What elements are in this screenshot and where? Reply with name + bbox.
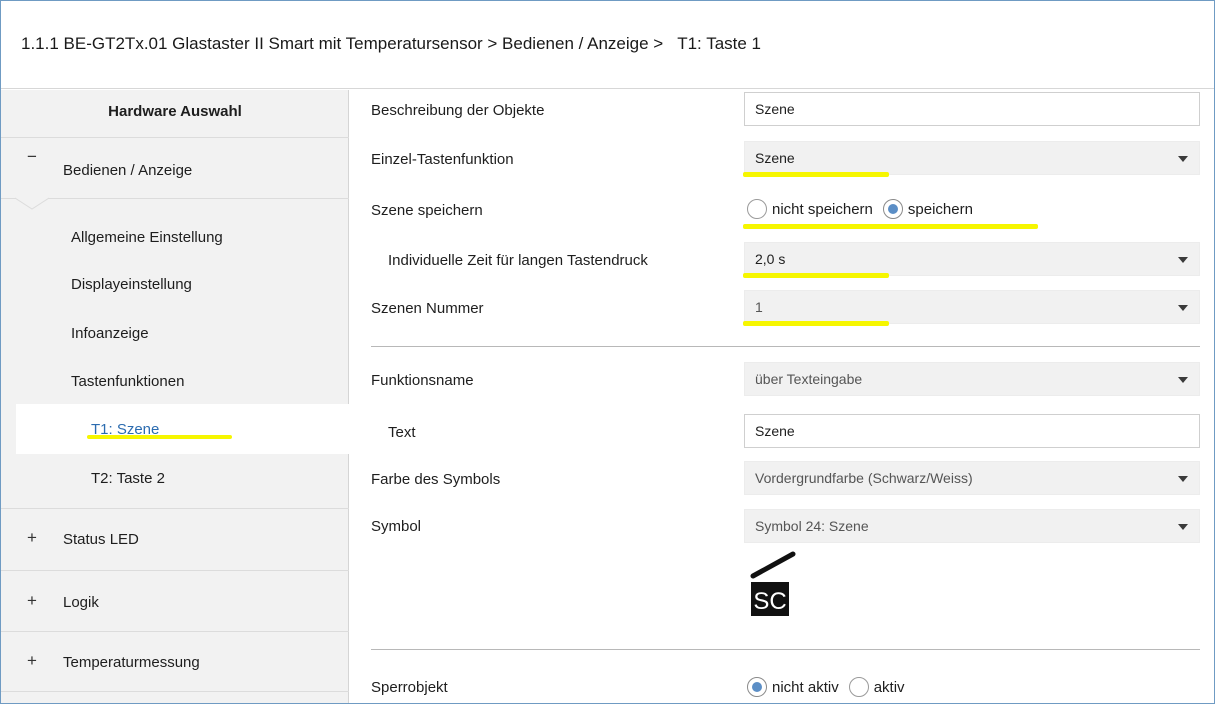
collapse-icon[interactable]: − [27, 147, 37, 167]
divider [1, 137, 349, 138]
sperrobjekt-radio-group: nicht aktiv aktiv [747, 677, 915, 697]
szene-speichern-label: Szene speichern [371, 202, 483, 219]
sidebar-item-t1-active[interactable] [16, 404, 349, 454]
funktionsname-select[interactable]: über Texteingabe [744, 362, 1200, 396]
radio-aktiv[interactable] [848, 677, 869, 697]
farbe-select[interactable]: Vordergrundfarbe (Schwarz/Weiss) [744, 461, 1200, 495]
sidebar-item-tastenfunktionen[interactable]: Tastenfunktionen [71, 373, 184, 390]
breadcrumb-current: T1: Taste 1 [677, 34, 762, 53]
divider [1, 631, 349, 632]
farbe-label: Farbe des Symbols [371, 471, 501, 488]
radio-label[interactable]: speichern [908, 201, 973, 218]
sidebar-item-label: Logik [63, 594, 99, 611]
dropdown-arrow-icon [1178, 305, 1188, 311]
text-input[interactable]: Szene [744, 414, 1200, 448]
expand-icon[interactable]: + [27, 528, 37, 548]
breadcrumb: 1.1.1 BE-GT2Tx.01 Glastaster II Smart mi… [21, 34, 761, 54]
dropdown-arrow-icon [1178, 257, 1188, 263]
symbol-glyph: SC [753, 588, 786, 615]
highlight-mark [743, 172, 889, 177]
szenen-nummer-label: Szenen Nummer [371, 300, 484, 317]
sidebar-item-label: Temperaturmessung [63, 654, 200, 671]
sidebar-item-allgemeine-einstellung[interactable]: Allgemeine Einstellung [71, 229, 223, 246]
beschreibung-label: Beschreibung der Objekte [371, 102, 545, 119]
zeit-label: Individuelle Zeit für langen Tastendruck [388, 252, 648, 269]
select-value: über Texteingabe [755, 371, 863, 387]
einzel-tastenfunktion-label: Einzel-Tastenfunktion [371, 151, 514, 168]
radio-label[interactable]: nicht aktiv [772, 679, 839, 696]
dropdown-arrow-icon [1178, 476, 1188, 482]
sidebar-item-t2[interactable]: T2: Taste 2 [91, 470, 165, 487]
radio-speichern[interactable] [882, 199, 903, 219]
sidebar-item-label: Bedienen / Anzeige [63, 162, 193, 179]
symbol-label: Symbol [371, 518, 422, 535]
highlight-mark [743, 224, 1038, 229]
dropdown-arrow-icon [1178, 377, 1188, 383]
divider [1, 570, 349, 571]
funktionsname-label: Funktionsname [371, 372, 474, 389]
expand-icon[interactable]: + [27, 591, 37, 611]
sidebar-item-label: Status LED [63, 531, 139, 548]
sidebar-header[interactable]: Hardware Auswahl [1, 103, 349, 120]
divider [1, 691, 349, 692]
highlight-mark [87, 435, 232, 439]
radio-nicht-aktiv[interactable] [747, 677, 767, 697]
sidebar-item-bedienen[interactable]: − Bedienen / Anzeige [1, 147, 349, 179]
title-bar: 1.1.1 BE-GT2Tx.01 Glastaster II Smart mi… [1, 1, 1214, 89]
select-value: 1 [755, 299, 763, 315]
symbol-select[interactable]: Symbol 24: Szene [744, 509, 1200, 543]
divider [371, 649, 1200, 650]
sidebar-item-temperaturmessung[interactable]: + Temperaturmessung [1, 651, 349, 681]
dropdown-arrow-icon [1178, 524, 1188, 530]
sidebar-item-logik[interactable]: + Logik [1, 591, 349, 621]
divider [1, 198, 349, 199]
radio-label[interactable]: nicht speichern [772, 201, 873, 218]
breadcrumb-path: 1.1.1 BE-GT2Tx.01 Glastaster II Smart mi… [21, 34, 664, 53]
szene-speichern-radio-group: nicht speichern speichern [747, 199, 983, 219]
scene-symbol-icon: SC [750, 551, 796, 616]
select-value: 2,0 s [755, 251, 786, 267]
divider [371, 346, 1200, 347]
highlight-mark [743, 273, 889, 278]
app-window: 1.1.1 BE-GT2Tx.01 Glastaster II Smart mi… [0, 0, 1215, 704]
select-value: Vordergrundfarbe (Schwarz/Weiss) [755, 470, 973, 486]
select-value: Szene [755, 150, 795, 166]
radio-label[interactable]: aktiv [874, 679, 905, 696]
beschreibung-input[interactable]: Szene [744, 92, 1200, 126]
sidebar-item-displayeinstellung[interactable]: Displayeinstellung [71, 276, 192, 293]
highlight-mark [743, 321, 889, 326]
sidebar-item-infoanzeige[interactable]: Infoanzeige [71, 325, 149, 342]
text-label: Text [388, 424, 416, 441]
select-value: Symbol 24: Szene [755, 518, 869, 534]
notch-indicator-icon [15, 197, 49, 210]
expand-icon[interactable]: + [27, 651, 37, 671]
sidebar: Hardware Auswahl − Bedienen / Anzeige Al… [1, 90, 349, 703]
radio-nicht-speichern[interactable] [747, 199, 767, 219]
szenen-nummer-select[interactable]: 1 [744, 290, 1200, 324]
sidebar-item-status-led[interactable]: + Status LED [1, 528, 349, 558]
zeit-select[interactable]: 2,0 s [744, 242, 1200, 276]
dropdown-arrow-icon [1178, 156, 1188, 162]
sperrobjekt-label: Sperrobjekt [371, 679, 448, 696]
einzel-tastenfunktion-select[interactable]: Szene [744, 141, 1200, 175]
divider [1, 508, 349, 509]
